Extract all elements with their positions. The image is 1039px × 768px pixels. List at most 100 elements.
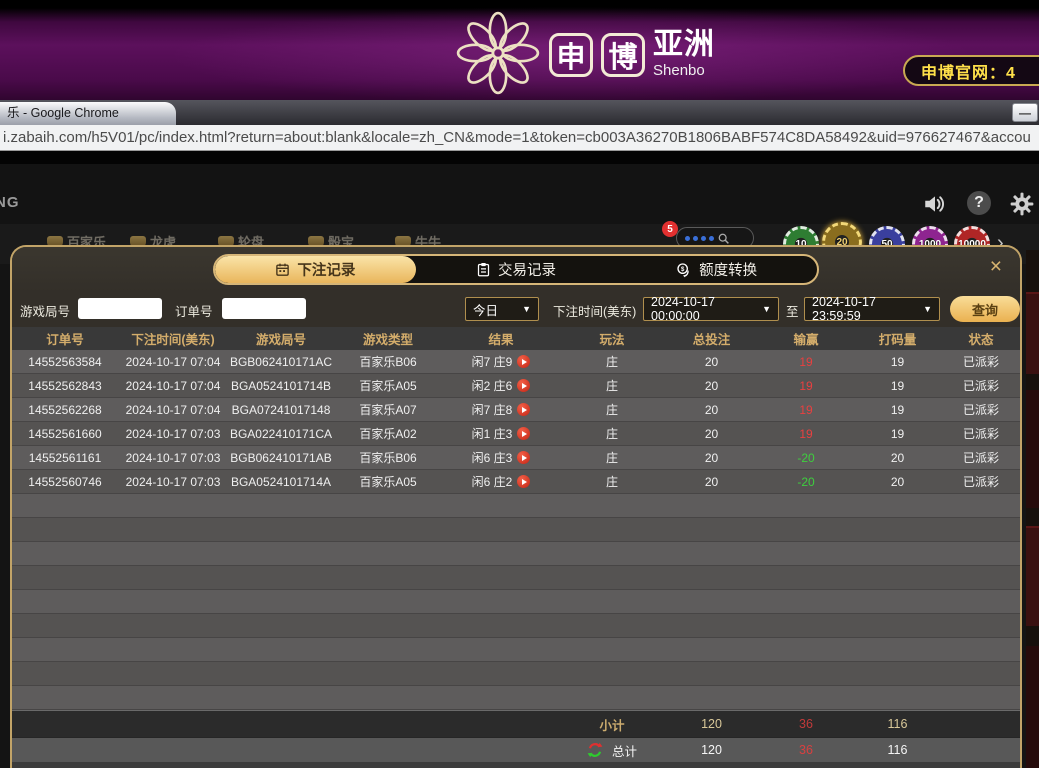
cell-bet-time: 2024-10-17 07:03 bbox=[118, 451, 228, 465]
result-text: 闲6 庄2 bbox=[472, 473, 513, 490]
cell-play-type: 庄 bbox=[560, 425, 664, 442]
empty-table-row bbox=[12, 614, 1020, 638]
brand-region: 亚洲 bbox=[653, 30, 715, 60]
search-icon bbox=[717, 232, 730, 245]
tab-credit-transfer[interactable]: $ 额度转换 bbox=[616, 256, 817, 283]
address-bar[interactable]: i.zabaih.com/h5V01/pc/index.html?return=… bbox=[0, 125, 1039, 151]
replay-play-icon[interactable] bbox=[517, 427, 530, 440]
game-round-label: 游戏局号 bbox=[20, 301, 70, 320]
cell-winloss: -20 bbox=[759, 475, 853, 489]
cell-winloss: 19 bbox=[759, 427, 853, 441]
quick-range-select[interactable]: 今日 ▼ bbox=[465, 297, 539, 321]
total-label: 总计 bbox=[612, 741, 637, 760]
replay-play-icon[interactable] bbox=[517, 403, 530, 416]
dot bbox=[685, 236, 690, 241]
brand-en: Shenbo bbox=[653, 63, 715, 78]
empty-table-row bbox=[12, 638, 1020, 662]
cell-bet-time: 2024-10-17 07:03 bbox=[118, 427, 228, 441]
coins-icon: $ bbox=[676, 262, 692, 278]
cell-result: 闲7 庄9 bbox=[442, 353, 560, 370]
cell-game-type: 百家乐A05 bbox=[334, 473, 442, 490]
cell-play-type: 庄 bbox=[560, 473, 664, 490]
tab-label: 下注记录 bbox=[297, 259, 355, 280]
help-icon[interactable]: ? bbox=[967, 191, 991, 215]
empty-table-row bbox=[12, 494, 1020, 518]
background-lobby-content bbox=[1026, 250, 1039, 768]
cell-total-bet: 20 bbox=[664, 451, 759, 465]
cell-play-type: 庄 bbox=[560, 449, 664, 466]
cell-winloss: 19 bbox=[759, 355, 853, 369]
chevron-down-icon: ▼ bbox=[522, 304, 531, 314]
replay-play-icon[interactable] bbox=[517, 475, 530, 488]
cell-bet-time: 2024-10-17 07:04 bbox=[118, 379, 228, 393]
tab-bet-records[interactable]: 下注记录 bbox=[215, 256, 416, 283]
cell-winloss: -20 bbox=[759, 451, 853, 465]
total-bet: 120 bbox=[664, 743, 759, 757]
to-label: 至 bbox=[786, 301, 799, 320]
empty-table-row bbox=[12, 542, 1020, 566]
dot bbox=[709, 236, 714, 241]
brand-char-shen: 申 bbox=[549, 33, 593, 77]
subtotal-turnover: 116 bbox=[853, 717, 942, 731]
cell-order-no: 14552563584 bbox=[12, 355, 118, 369]
brand-logo: 申 博 亚洲 Shenbo bbox=[455, 10, 715, 96]
cell-turnover: 19 bbox=[853, 355, 942, 369]
cell-game-round: BGA0524101714A bbox=[228, 475, 334, 489]
replay-play-icon[interactable] bbox=[517, 355, 530, 368]
cell-status: 已派彩 bbox=[942, 401, 1020, 418]
screen: 申 博 亚洲 Shenbo 申博官网：4 乐 - Google Chrome —… bbox=[0, 0, 1039, 768]
settings-gear-icon[interactable] bbox=[1009, 191, 1035, 217]
subtotal-winloss: 36 bbox=[759, 717, 853, 731]
date-from-value: 2024-10-17 00:00:00 bbox=[651, 295, 756, 323]
search-button[interactable]: 查询 bbox=[950, 296, 1020, 322]
table-row: 14552560746 2024-10-17 07:03 BGA05241017… bbox=[12, 470, 1020, 494]
calendar-icon bbox=[275, 262, 290, 277]
column-header: 游戏局号 bbox=[228, 329, 334, 348]
volume-icon[interactable] bbox=[922, 191, 948, 217]
tab-label: 额度转换 bbox=[699, 259, 757, 280]
quick-range-value: 今日 bbox=[473, 300, 498, 319]
replay-play-icon[interactable] bbox=[517, 451, 530, 464]
cell-turnover: 19 bbox=[853, 379, 942, 393]
table-row: 14552562268 2024-10-17 07:04 BGA07241017… bbox=[12, 398, 1020, 422]
minimize-button[interactable]: — bbox=[1012, 103, 1038, 122]
table-header: 订单号下注时间(美东)游戏局号游戏类型结果玩法总投注输赢打码量状态 bbox=[12, 327, 1020, 350]
dot bbox=[701, 236, 706, 241]
cell-play-type: 庄 bbox=[560, 353, 664, 370]
cell-status: 已派彩 bbox=[942, 473, 1020, 490]
refresh-icon[interactable] bbox=[587, 742, 603, 758]
brand-char-bo: 博 bbox=[601, 33, 645, 77]
close-icon[interactable]: × bbox=[990, 256, 1002, 277]
cell-game-type: 百家乐B06 bbox=[334, 449, 442, 466]
game-round-input[interactable] bbox=[78, 298, 162, 319]
game-topbar: NG ? bbox=[0, 164, 1039, 224]
site-header: 申 博 亚洲 Shenbo 申博官网：4 bbox=[0, 0, 1039, 100]
subtotal-label: 小计 bbox=[560, 715, 664, 734]
table-row: 14552563584 2024-10-17 07:04 BGB06241017… bbox=[12, 350, 1020, 374]
cell-game-type: 百家乐B06 bbox=[334, 353, 442, 370]
official-site-badge[interactable]: 申博官网：4 bbox=[903, 55, 1039, 86]
replay-play-icon[interactable] bbox=[517, 379, 530, 392]
cell-turnover: 20 bbox=[853, 475, 942, 489]
date-from-select[interactable]: 2024-10-17 00:00:00 ▼ bbox=[643, 297, 779, 321]
tab-transaction-records[interactable]: 交易记录 bbox=[416, 256, 617, 283]
cell-result: 闲2 庄6 bbox=[442, 377, 560, 394]
flower-logo-icon bbox=[455, 10, 541, 96]
cell-game-type: 百家乐A07 bbox=[334, 401, 442, 418]
order-no-label: 订单号 bbox=[175, 301, 213, 320]
order-no-input[interactable] bbox=[222, 298, 306, 319]
tab-group: 下注记录 交易记录 $ bbox=[213, 254, 819, 285]
column-header: 输赢 bbox=[759, 329, 853, 348]
cell-total-bet: 20 bbox=[664, 475, 759, 489]
notification-badge: 5 bbox=[662, 221, 678, 237]
date-to-select[interactable]: 2024-10-17 23:59:59 ▼ bbox=[804, 297, 940, 321]
column-header: 打码量 bbox=[853, 329, 942, 348]
cell-total-bet: 20 bbox=[664, 355, 759, 369]
table-row: 14552561161 2024-10-17 07:03 BGB06241017… bbox=[12, 446, 1020, 470]
empty-table-row bbox=[12, 518, 1020, 542]
cell-winloss: 19 bbox=[759, 379, 853, 393]
cell-turnover: 19 bbox=[853, 403, 942, 417]
chevron-down-icon: ▼ bbox=[762, 304, 771, 314]
column-header: 游戏类型 bbox=[334, 329, 442, 348]
empty-table-row bbox=[12, 566, 1020, 590]
